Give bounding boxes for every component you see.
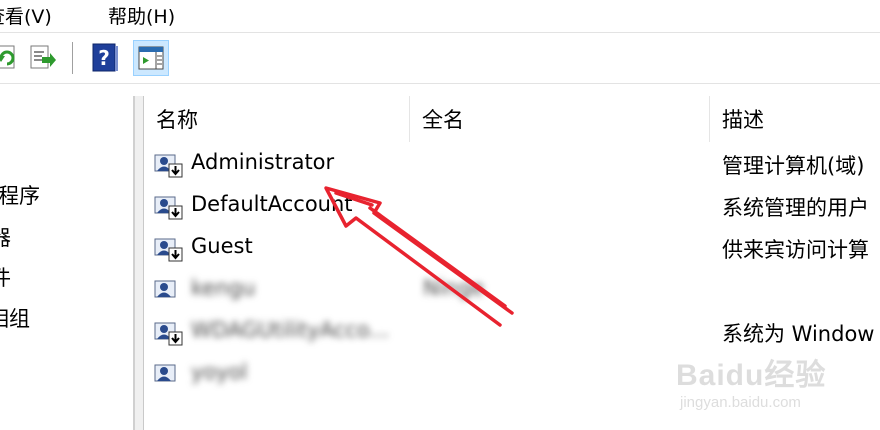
user-row[interactable]: Administrator 管理计算机(域) [144,146,880,186]
user-description: 系统为 Window [722,322,875,346]
user-icon [154,196,183,220]
help-button[interactable]: ? [87,40,123,76]
user-name: WDAGUtilityAcco... [191,318,390,342]
column-header-fullname[interactable]: 全名 [410,96,710,142]
menu-bar: 查看(V) 帮助(H) [0,0,880,33]
user-description: 供来宾访问计算 [722,238,869,262]
tree-item-programs[interactable]: 程序 [0,180,40,210]
user-name: kengu [191,276,256,300]
column-header-description[interactable]: 描述 [710,96,880,142]
user-icon [154,322,183,346]
export-list-icon [30,45,56,69]
user-row[interactable]: Guest 供来宾访问计算 [144,230,880,270]
menu-view[interactable]: 查看(V) [0,2,52,29]
user-name: Administrator [191,150,335,174]
user-icon [154,280,176,298]
user-row[interactable]: WDAGUtilityAcco... 系统为 Window [144,314,880,354]
user-icon [154,238,183,262]
column-header-name[interactable]: 名称 [144,96,410,142]
user-name: Guest [191,234,253,258]
menu-help[interactable]: 帮助(H) [108,2,175,29]
tree-item-groups[interactable]: 相组 [0,303,30,333]
tree-item-devices[interactable]: 器 [0,222,11,252]
user-description: 系统管理的用户 [722,196,869,220]
watermark-brand: Baidu经验 [676,359,827,392]
user-icon [154,154,183,178]
action-pane-button[interactable] [133,40,169,76]
user-name: yoyol [191,360,248,384]
toolbar: ? [0,33,880,84]
toolbar-separator [72,42,73,74]
help-icon: ? [92,43,118,72]
action-pane-icon [138,46,164,70]
svg-text:?: ? [98,46,110,70]
baidu-watermark: Baidu经验 jingyan.baidu.com [676,350,876,422]
refresh-icon [0,45,15,69]
user-row[interactable]: kengu Ninge [144,272,880,312]
user-row[interactable]: DefaultAccount 系统管理的用户 [144,188,880,228]
user-description: 管理计算机(域) [722,154,865,178]
tree-item-files[interactable]: 件 [0,262,11,292]
watermark-url: jingyan.baidu.com [680,394,801,411]
user-icon [154,364,176,382]
export-list-button[interactable] [24,40,60,76]
console-tree: 程序 器 件 相组 [0,96,135,430]
user-fullname: Ninge [423,276,485,300]
pane-splitter[interactable] [135,96,143,430]
refresh-button[interactable] [0,40,24,76]
user-name: DefaultAccount [191,192,353,216]
